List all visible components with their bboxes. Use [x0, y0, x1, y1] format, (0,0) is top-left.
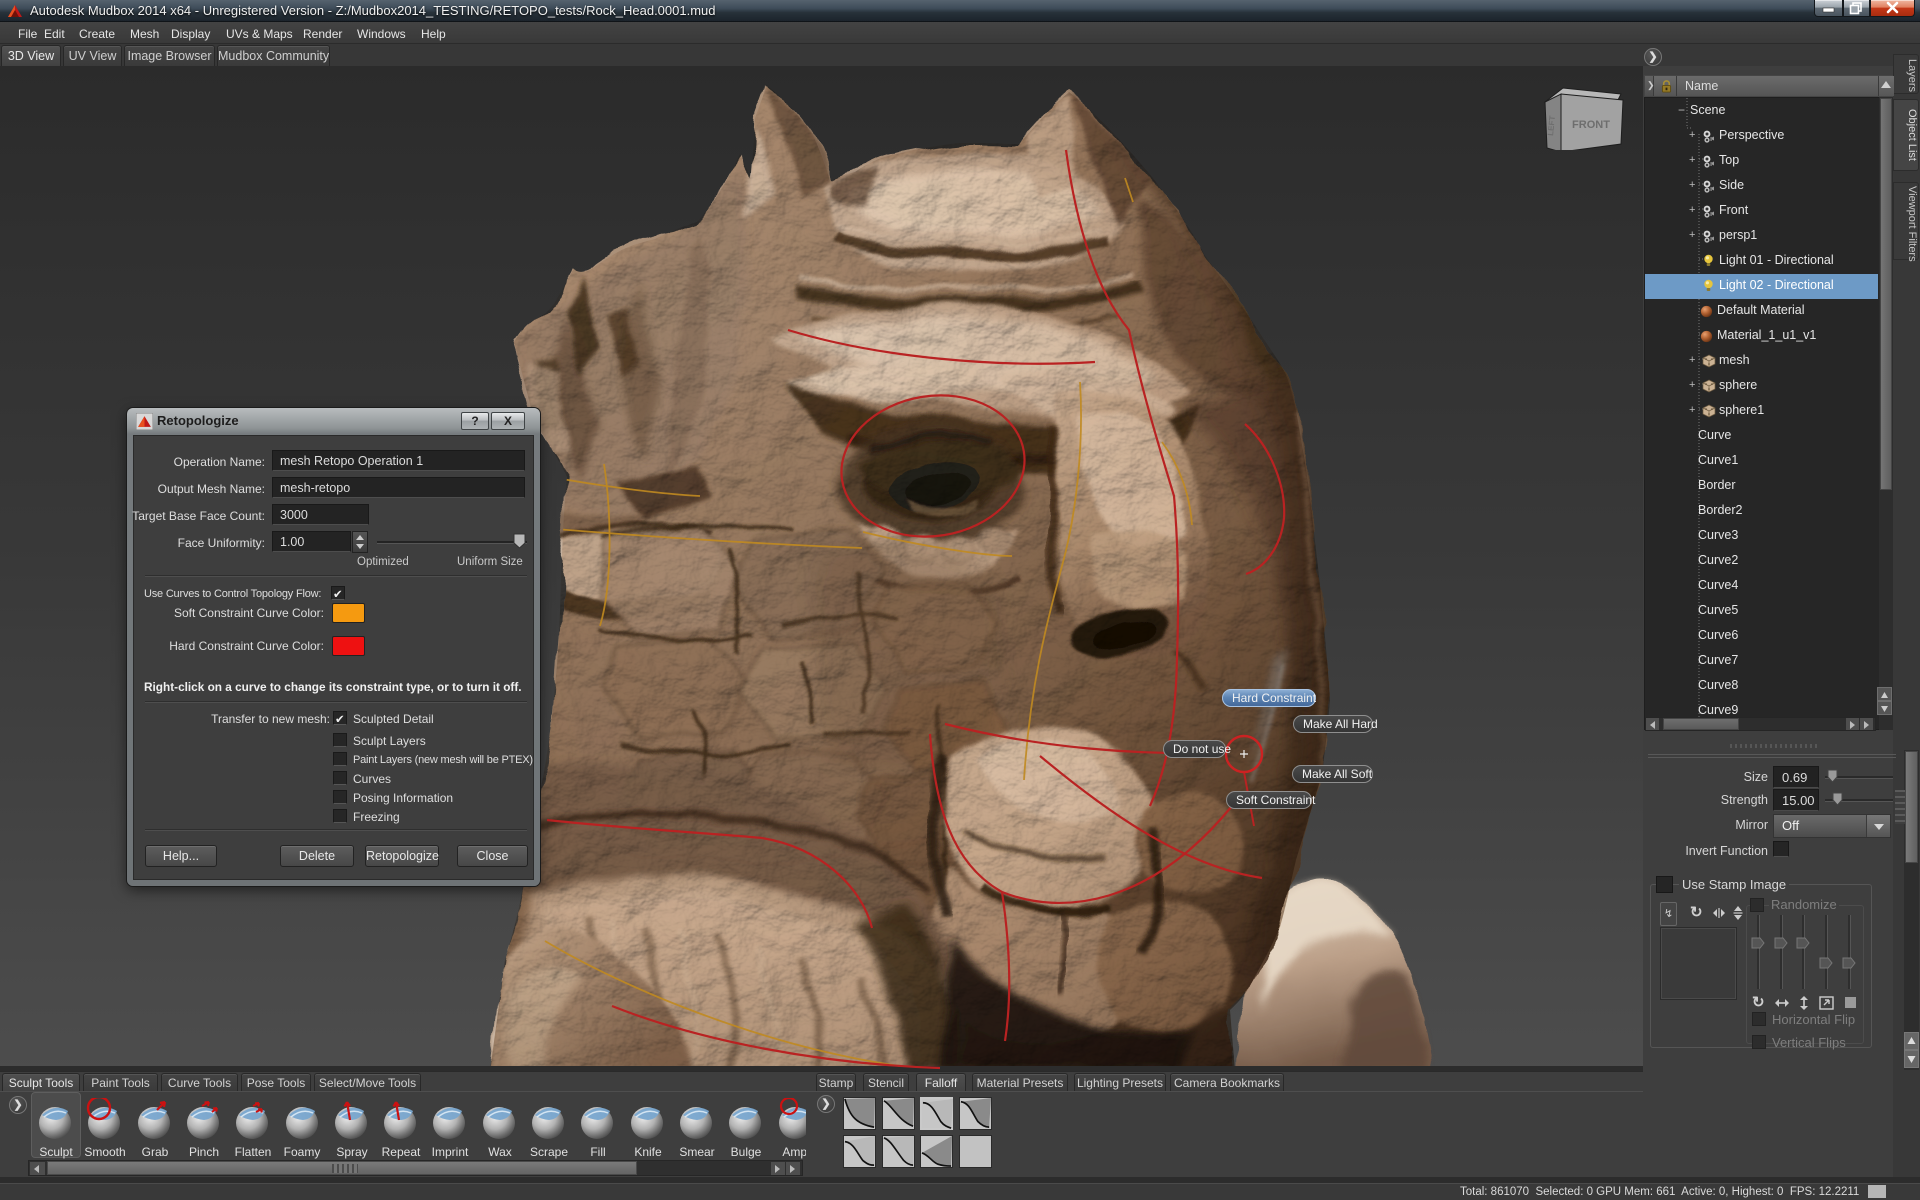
svg-text:FRONT: FRONT: [1572, 119, 1610, 131]
